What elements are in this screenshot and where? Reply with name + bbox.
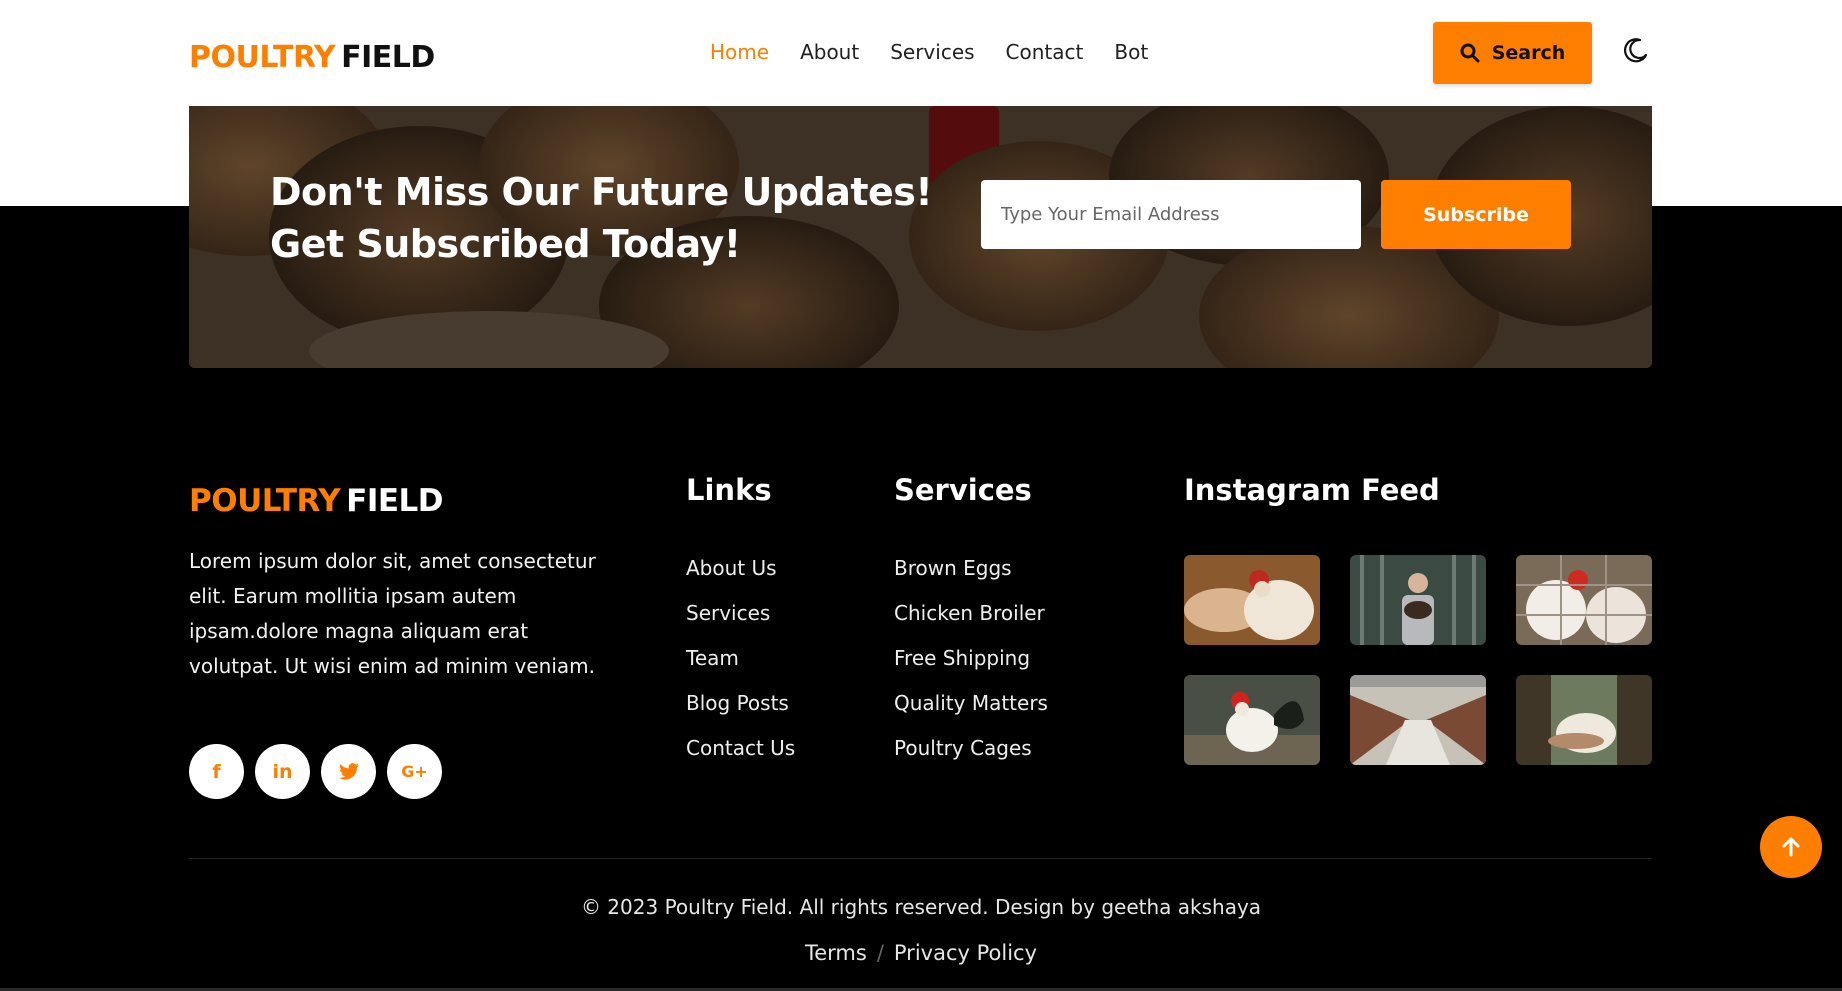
arrow-up-icon xyxy=(1782,837,1800,857)
farmer-holding-chicken-image xyxy=(1350,555,1486,645)
link-services[interactable]: Services xyxy=(686,601,795,646)
footer-logo[interactable]: POULTRY FIELD xyxy=(189,483,444,519)
copyright-text: © 2023 Poultry Field. All rights reserve… xyxy=(580,895,1262,919)
instagram-image-4[interactable] xyxy=(1184,675,1320,765)
social-links: f in G+ xyxy=(189,744,442,799)
services-title: Services xyxy=(894,473,1032,507)
subscribe-headline: Don't Miss Our Future Updates! Get Subsc… xyxy=(270,170,933,266)
instagram-image-3[interactable] xyxy=(1516,555,1652,645)
links-list: About Us Services Team Blog Posts Contac… xyxy=(686,556,795,781)
nav-about[interactable]: About xyxy=(800,40,859,64)
logo-primary: POULTRY xyxy=(189,40,336,75)
service-chicken-broiler[interactable]: Chicken Broiler xyxy=(894,601,1048,646)
nav-services[interactable]: Services xyxy=(890,40,974,64)
links-title: Links xyxy=(686,473,772,507)
man-holding-hen-image xyxy=(1516,675,1652,765)
instagram-image-5[interactable] xyxy=(1350,675,1486,765)
service-quality-matters[interactable]: Quality Matters xyxy=(894,691,1048,736)
nav-home[interactable]: Home xyxy=(710,40,769,64)
poultry-house-rows-image xyxy=(1350,675,1486,765)
email-input[interactable] xyxy=(981,180,1361,249)
rooster-image xyxy=(1184,675,1320,765)
subscribe-button[interactable]: Subscribe xyxy=(1381,180,1571,249)
hens-in-cage-image xyxy=(1516,555,1652,645)
search-button[interactable]: Search xyxy=(1433,22,1592,84)
service-free-shipping[interactable]: Free Shipping xyxy=(894,646,1048,691)
footer-logo-secondary: FIELD xyxy=(346,483,444,519)
instagram-title: Instagram Feed xyxy=(1184,473,1440,507)
site-header: POULTRY FIELD Home About Services Contact… xyxy=(0,0,1842,106)
nav-contact[interactable]: Contact xyxy=(1006,40,1084,64)
facebook-icon[interactable]: f xyxy=(189,744,244,799)
google-plus-icon[interactable]: G+ xyxy=(387,744,442,799)
link-team[interactable]: Team xyxy=(686,646,795,691)
service-brown-eggs[interactable]: Brown Eggs xyxy=(894,556,1048,601)
main-nav: Home About Services Contact Bot xyxy=(710,40,1148,64)
twitter-icon[interactable] xyxy=(321,744,376,799)
footer-logo-primary: POULTRY xyxy=(189,483,341,519)
instagram-image-1[interactable] xyxy=(1184,555,1320,645)
legal-links: Terms / Privacy Policy xyxy=(0,941,1842,965)
moon-icon[interactable] xyxy=(1620,36,1650,66)
search-icon xyxy=(1460,43,1480,63)
privacy-policy-link[interactable]: Privacy Policy xyxy=(894,941,1037,965)
site-logo[interactable]: POULTRY FIELD xyxy=(189,40,435,75)
search-button-label: Search xyxy=(1491,42,1566,64)
service-poultry-cages[interactable]: Poultry Cages xyxy=(894,736,1048,781)
instagram-grid xyxy=(1184,555,1652,765)
link-blog-posts[interactable]: Blog Posts xyxy=(686,691,795,736)
back-to-top-button[interactable] xyxy=(1760,816,1822,878)
logo-secondary: FIELD xyxy=(341,40,435,75)
nav-bot[interactable]: Bot xyxy=(1114,40,1148,64)
hand-feeding-hen-image xyxy=(1184,555,1320,645)
twitter-bird-glyph xyxy=(338,763,359,780)
instagram-image-6[interactable] xyxy=(1516,675,1652,765)
subscribe-banner: Don't Miss Our Future Updates! Get Subsc… xyxy=(189,106,1652,368)
link-contact-us[interactable]: Contact Us xyxy=(686,736,795,781)
instagram-image-2[interactable] xyxy=(1350,555,1486,645)
legal-separator: / xyxy=(876,941,884,965)
footer-about-text: Lorem ipsum dolor sit, amet consectetur … xyxy=(189,549,596,678)
terms-link[interactable]: Terms xyxy=(805,941,867,965)
footer-divider xyxy=(189,858,1652,859)
services-list: Brown Eggs Chicken Broiler Free Shipping… xyxy=(894,556,1048,781)
linkedin-icon[interactable]: in xyxy=(255,744,310,799)
link-about-us[interactable]: About Us xyxy=(686,556,795,601)
